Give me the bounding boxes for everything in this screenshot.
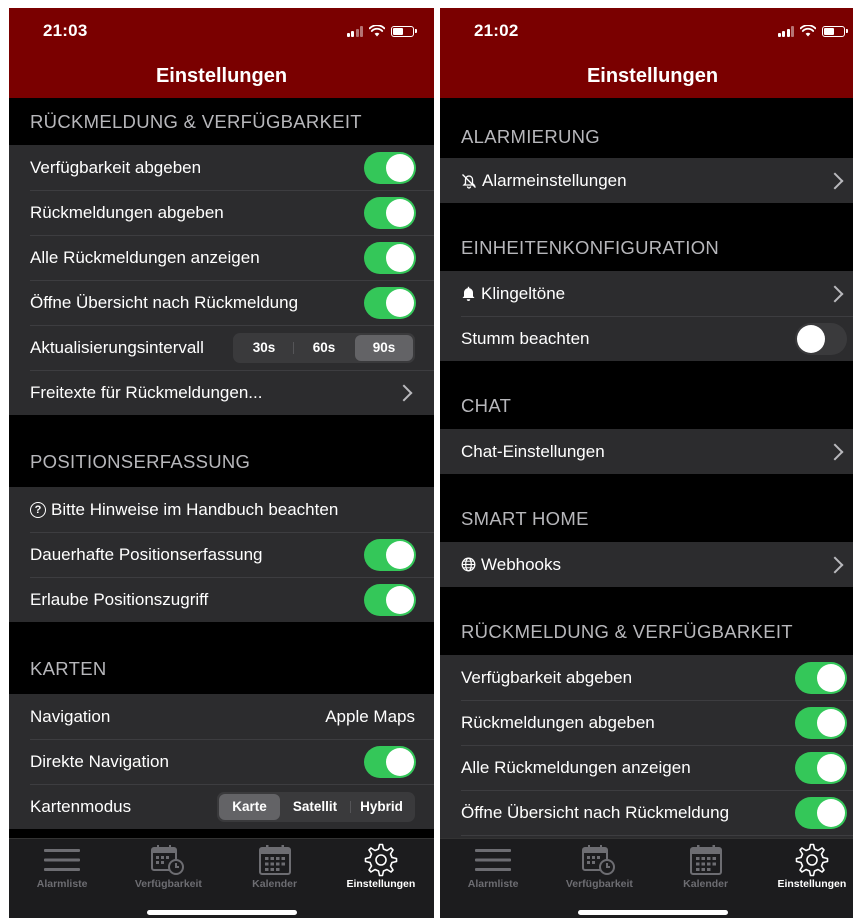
row-freitexte[interactable]: Freitexte für Rückmeldungen...: [9, 370, 434, 415]
status-bar: 21:02: [440, 8, 853, 54]
tab-verfuegbarkeit[interactable]: Verfügbarkeit: [546, 839, 652, 897]
home-indicator[interactable]: [146, 910, 297, 915]
settings-list[interactable]: ALARMIERUNG Alarmeinstellungen EINHEITEN…: [440, 98, 853, 838]
segment-karte[interactable]: Karte: [219, 793, 280, 820]
row-rueckmeldungen-abgeben: Rückmeldungen abgeben: [9, 190, 434, 235]
tab-bar: Alarmliste Verfügbarkeit Kalender Einste…: [9, 838, 434, 918]
bell-slash-icon: [462, 173, 476, 189]
row-direkte-navigation: Direkte Navigation: [9, 739, 434, 784]
toggle-alle-rueckmeldungen[interactable]: [795, 751, 847, 784]
segment-hybrid[interactable]: Hybrid: [350, 794, 413, 820]
section-header-positionserfassung: POSITIONSERFASSUNG: [9, 437, 434, 487]
row-rueckmeldungen-abgeben: Rückmeldungen abgeben: [440, 700, 853, 745]
toggle-verfuegbarkeit[interactable]: [364, 151, 416, 184]
toggle-dauerhafte-position[interactable]: [364, 538, 416, 571]
segment-satellit[interactable]: Satellit: [280, 794, 350, 820]
calendar-clock-icon: [148, 843, 188, 877]
interval-segmented-control[interactable]: 30s 60s 90s: [233, 332, 415, 363]
row-verfuegbarkeit-abgeben: Verfügbarkeit abgeben: [9, 145, 434, 190]
globe-icon: [461, 557, 476, 572]
row-alle-rueckmeldungen: Alle Rückmeldungen anzeigen: [440, 745, 853, 790]
list-icon: [473, 843, 513, 877]
toggle-verfuegbarkeit[interactable]: [795, 661, 847, 694]
row-alarmeinstellungen[interactable]: Alarmeinstellungen: [440, 158, 853, 203]
section-header-rueckmeldung: RÜCKMELDUNG & VERFÜGBARKEIT: [9, 98, 434, 145]
wifi-icon: [369, 25, 385, 37]
chevron-right-icon: [826, 556, 844, 573]
toggle-rueckmeldungen[interactable]: [795, 706, 847, 739]
tab-alarmliste[interactable]: Alarmliste: [9, 839, 115, 897]
toggle-rueckmeldungen[interactable]: [364, 196, 416, 229]
section-header-alarmierung: ALARMIERUNG: [440, 98, 853, 158]
chevron-right-icon: [395, 384, 413, 401]
tab-bar: Alarmliste Verfügbarkeit Kalender Einste…: [440, 838, 853, 918]
row-verfuegbarkeit-abgeben: Verfügbarkeit abgeben: [440, 655, 853, 700]
row-stumm-beachten: Stumm beachten: [440, 316, 853, 361]
navigation-value: Apple Maps: [325, 706, 415, 726]
segment-60s[interactable]: 60s: [293, 335, 355, 361]
toggle-erlaube-position[interactable]: [364, 583, 416, 616]
row-oeffne-uebersicht: Öffne Übersicht nach Rückmeldung: [9, 280, 434, 325]
status-time: 21:03: [43, 21, 88, 40]
section-header-rueckmeldung: RÜCKMELDUNG & VERFÜGBARKEIT: [440, 609, 853, 655]
tab-alarmliste[interactable]: Alarmliste: [440, 839, 546, 897]
row-webhooks[interactable]: Webhooks: [440, 542, 853, 587]
row-navigation[interactable]: Navigation Apple Maps: [9, 694, 434, 739]
gear-icon: [792, 843, 832, 877]
tab-einstellungen[interactable]: Einstellungen: [759, 839, 853, 897]
bell-icon: [462, 286, 475, 301]
signal-icon: [777, 25, 794, 37]
tab-kalender[interactable]: Kalender: [222, 839, 328, 897]
row-alle-rueckmeldungen: Alle Rückmeldungen anzeigen: [9, 235, 434, 280]
toggle-stumm-beachten[interactable]: [795, 322, 847, 355]
page-title: Einstellungen: [155, 64, 288, 87]
row-dauerhafte-position: Dauerhafte Positionserfassung: [9, 532, 434, 577]
map-mode-segmented-control[interactable]: Karte Satellit Hybrid: [217, 791, 415, 822]
signal-icon: [346, 25, 363, 37]
toggle-oeffne-uebersicht[interactable]: [795, 796, 847, 829]
battery-icon: [391, 25, 417, 37]
chevron-right-icon: [826, 172, 844, 189]
battery-icon: [822, 25, 848, 37]
section-header-smart-home: SMART HOME: [440, 496, 853, 542]
row-oeffne-uebersicht: Öffne Übersicht nach Rückmeldung: [440, 790, 853, 835]
status-time: 21:02: [474, 21, 519, 40]
chevron-right-icon: [826, 285, 844, 302]
toggle-oeffne-uebersicht[interactable]: [364, 286, 416, 319]
settings-list[interactable]: RÜCKMELDUNG & VERFÜGBARKEIT Verfügbarkei…: [9, 98, 434, 838]
row-aktualisierungsintervall: Aktualisierungsintervall 30s 60s 90s: [9, 325, 434, 370]
status-bar: 21:03: [9, 8, 434, 54]
row-erlaube-position: Erlaube Positionszugriff: [9, 577, 434, 622]
tab-verfuegbarkeit[interactable]: Verfügbarkeit: [115, 839, 221, 897]
section-header-karten: KARTEN: [9, 644, 434, 694]
row-klingeltoene[interactable]: Klingeltöne: [440, 271, 853, 316]
section-header-chat: CHAT: [440, 383, 853, 429]
toggle-alle-rueckmeldungen[interactable]: [364, 241, 416, 274]
question-circle-icon: ?: [30, 501, 46, 518]
calendar-icon: [255, 843, 295, 877]
page-title: Einstellungen: [586, 64, 719, 87]
phone-screen-right: 21:02 Einstellungen ALARMIERUNG Alarmein…: [440, 8, 853, 918]
calendar-clock-icon: [579, 843, 619, 877]
tab-kalender[interactable]: Kalender: [653, 839, 759, 897]
row-chat-einstellungen[interactable]: Chat-Einstellungen: [440, 429, 853, 474]
nav-bar: Einstellungen: [440, 54, 853, 98]
row-kartenmodus: Kartenmodus Karte Satellit Hybrid: [9, 784, 434, 829]
chevron-right-icon: [826, 443, 844, 460]
calendar-icon: [686, 843, 726, 877]
segment-30s[interactable]: 30s: [235, 335, 293, 361]
row-hinweis-handbuch[interactable]: ? Bitte Hinweise im Handbuch beachten: [9, 487, 434, 532]
toggle-direkte-navigation[interactable]: [364, 745, 416, 778]
list-icon: [42, 843, 82, 877]
segment-90s[interactable]: 90s: [355, 334, 413, 361]
home-indicator[interactable]: [577, 910, 728, 915]
gear-icon: [361, 843, 401, 877]
section-header-einheitenkonfiguration: EINHEITENKONFIGURATION: [440, 225, 853, 271]
tab-einstellungen[interactable]: Einstellungen: [328, 839, 434, 897]
wifi-icon: [800, 25, 816, 37]
nav-bar: Einstellungen: [9, 54, 434, 98]
phone-screen-left: 21:03 Einstellungen RÜCKMELDUNG & VERFÜG…: [9, 8, 434, 918]
